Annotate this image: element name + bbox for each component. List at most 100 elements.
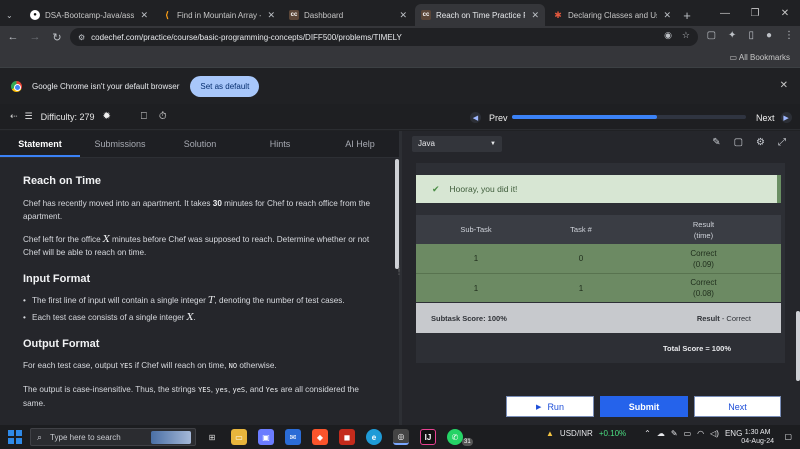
close-icon[interactable]: ✕ <box>399 10 407 21</box>
theme-sun-icon[interactable]: ✹ <box>103 111 111 122</box>
run-button[interactable]: ▶ Run <box>506 396 594 417</box>
result-panel: ✔ Hooray, you did it! Sub-Task Task # Re… <box>416 163 785 363</box>
back-arrow-icon[interactable]: ← <box>4 31 22 43</box>
search-icon: ⌕ <box>37 431 43 442</box>
store-icon[interactable]: ▣ <box>258 429 274 445</box>
codechef-icon: cc <box>289 10 299 20</box>
settings-gear-icon[interactable]: ⚙ <box>756 137 765 148</box>
screen: ⌄ ● DSA-Bootcamp-Java/assign ✕ ⟨ Find in… <box>0 0 800 449</box>
subtask-score: Subtask Score: 100% <box>431 313 507 323</box>
file-explorer-icon[interactable]: ▭ <box>231 429 247 445</box>
input-format-list: The first line of input will contain a s… <box>23 294 378 324</box>
tab-ai-help[interactable]: AI Help <box>320 131 400 157</box>
video-editor-icon[interactable]: ◼ <box>339 429 355 445</box>
browser-tab-4[interactable]: ✱ Declaring Classes and Using ✕ <box>547 4 677 26</box>
sidebar-icon[interactable]: ▯ <box>748 30 754 41</box>
prev-button[interactable]: ◀ Prev <box>470 112 508 123</box>
pen-icon[interactable]: ✎ <box>671 429 678 438</box>
browser-tab-strip: ⌄ ● DSA-Bootcamp-Java/assign ✕ ⟨ Find in… <box>0 0 800 26</box>
tab-statement[interactable]: Statement <box>0 131 80 157</box>
puzzle-icon[interactable]: ✦ <box>728 30 736 41</box>
extension-icon[interactable]: ▢ <box>707 30 716 41</box>
site-info-icon[interactable]: ⚙ <box>78 33 85 42</box>
language-indicator[interactable]: ENG <box>725 429 742 438</box>
notification-icon[interactable]: ▢ <box>784 432 792 441</box>
close-icon[interactable]: ✕ <box>140 10 148 21</box>
menu-icon[interactable]: ⋮ <box>784 30 794 41</box>
bookmark-icon[interactable]: ⎕ <box>141 111 147 122</box>
tab-submissions[interactable]: Submissions <box>80 131 160 157</box>
restore-icon[interactable]: ❐ <box>740 8 770 19</box>
browser-tab-1[interactable]: ⟨ Find in Mountain Array - Le ✕ <box>156 4 281 26</box>
profile-avatar[interactable]: ● <box>766 30 772 41</box>
problem-header: ⇠ ☰ Difficulty: 279 ✹ ⎕ ⏱ ◀ Prev Next ▶ <box>0 104 800 130</box>
statement-paragraph: Chef has recently moved into an apartmen… <box>23 199 371 221</box>
cloud-icon[interactable]: ☁ <box>657 429 665 438</box>
windows-start-icon[interactable] <box>8 430 22 444</box>
browser-toolbar: ← → ↻ ⚙ codechef.com/practice/course/bas… <box>0 26 800 48</box>
browser-tab-3[interactable]: cc Reach on Time Practice Prob ✕ <box>415 4 545 26</box>
input-format-heading: Input Format <box>23 273 91 285</box>
forward-arrow-icon[interactable]: → <box>26 31 44 43</box>
eye-off-icon[interactable]: ◉ <box>664 30 672 41</box>
close-icon[interactable]: ✕ <box>267 10 275 21</box>
close-icon[interactable]: ✕ <box>780 80 788 91</box>
reload-icon[interactable]: ↻ <box>48 31 66 44</box>
tab-search-button[interactable]: ⌄ <box>2 4 22 26</box>
action-bar: ▶ Run Submit Next <box>402 385 800 425</box>
submit-button[interactable]: Submit <box>600 396 688 417</box>
tab-solution[interactable]: Solution <box>160 131 240 157</box>
table-row: 1 1 Correct (0.08) <box>416 273 781 302</box>
problem-tabs: Statement Submissions Solution Hints AI … <box>0 131 400 158</box>
problem-statement: Reach on Time Chef has recently moved in… <box>23 175 378 420</box>
all-bookmarks-button[interactable]: ▭ All Bookmarks <box>730 53 790 62</box>
volume-icon[interactable]: ◁) <box>710 429 719 438</box>
set-as-default-button[interactable]: Set as default <box>190 75 260 97</box>
result-status: Result - Correct <box>696 313 751 323</box>
close-window-icon[interactable]: ✕ <box>770 8 800 19</box>
address-bar[interactable]: ⚙ codechef.com/practice/course/basic-pro… <box>70 28 698 46</box>
taskbar-search-box[interactable]: ⌕ Type here to search <box>30 428 196 446</box>
minimize-icon[interactable]: — <box>710 8 740 19</box>
back-arrow-icon[interactable]: ⇠ <box>10 111 18 122</box>
problem-title: Reach on Time <box>23 175 102 187</box>
default-browser-infobar: Google Chrome isn't your default browser… <box>0 68 800 104</box>
browser-tab-2[interactable]: cc Dashboard ✕ <box>283 4 413 26</box>
edge-icon[interactable]: e <box>366 429 382 445</box>
mail-icon[interactable]: ✉ <box>285 429 301 445</box>
next-problem-button[interactable]: Next ▶ <box>756 112 792 123</box>
intellij-icon[interactable]: IJ <box>420 429 436 445</box>
difficulty-value: 279 <box>79 111 95 122</box>
brave-icon[interactable]: ◆ <box>312 429 328 445</box>
url-text[interactable]: codechef.com/practice/course/basic-progr… <box>91 33 402 42</box>
expand-icon[interactable]: ⤢ <box>778 137 786 148</box>
list-item: The first line of input will contain a s… <box>23 294 378 307</box>
task-view-icon[interactable]: ⊞ <box>204 429 220 445</box>
new-tab-button[interactable]: + <box>677 4 697 26</box>
table-header: Sub-Task Task # Result (time) <box>416 215 781 244</box>
battery-icon[interactable]: ▭ <box>684 429 692 438</box>
chrome-icon[interactable]: ◎ <box>393 429 409 445</box>
leetcode-icon: ⟨ <box>164 9 170 20</box>
taskbar-clock[interactable]: 1:30 AM 04-Aug-24 <box>741 428 774 446</box>
chevron-left-icon: ◀ <box>470 112 481 123</box>
list-icon[interactable]: ☰ <box>25 111 33 122</box>
ticker-name[interactable]: USD/INR <box>560 429 593 438</box>
whatsapp-icon[interactable]: ✆ <box>447 429 463 445</box>
chat-icon[interactable]: ▢ <box>734 137 743 148</box>
language-select[interactable]: Java ▼ <box>412 136 502 152</box>
magic-wand-icon[interactable]: ✎ <box>712 137 720 148</box>
next-button[interactable]: Next <box>694 396 781 417</box>
close-icon[interactable]: ✕ <box>531 10 539 21</box>
scrollbar-thumb[interactable] <box>796 311 800 381</box>
chevron-up-icon[interactable]: ⌃ <box>644 429 651 438</box>
taskbar-apps: ⊞ ▭ ▣ ✉ ◆ ◼ e ◎ IJ ✆ 31 <box>204 429 473 446</box>
star-icon[interactable]: ☆ <box>682 30 690 41</box>
tab-hints[interactable]: Hints <box>240 131 320 157</box>
wifi-icon[interactable]: ◠ <box>697 429 704 438</box>
browser-tab-0[interactable]: ● DSA-Bootcamp-Java/assign ✕ <box>24 4 154 26</box>
list-item: Each test case consists of a single inte… <box>23 311 378 324</box>
timer-icon[interactable]: ⏱ <box>159 111 167 122</box>
score-summary: Subtask Score: 100% Result - Correct <box>416 303 781 333</box>
close-icon[interactable]: ✕ <box>663 10 671 21</box>
